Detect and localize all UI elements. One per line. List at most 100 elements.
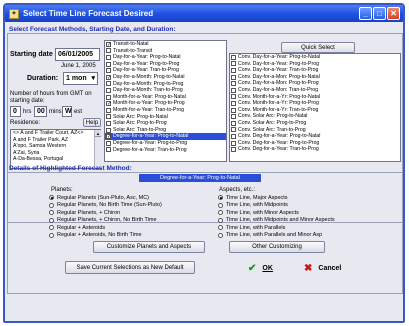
method-list-item[interactable]: Conv. Day-for-a-Year: Tran-to-Prog: [230, 67, 400, 74]
checkbox-icon[interactable]: [106, 94, 111, 100]
radio-icon[interactable]: [218, 232, 223, 238]
method-list-item[interactable]: Day-for-a-Year: Tran-to-Prog: [105, 67, 226, 74]
duration-select[interactable]: 1 mon ▾: [63, 72, 98, 85]
method-list-item[interactable]: Solar Arc: Tran-to-Prog: [105, 127, 226, 134]
checkbox-icon[interactable]: [231, 107, 236, 113]
method-list-item[interactable]: Conv. Deg-for-a-Year: Tran-to-Prog: [230, 146, 400, 153]
radio-option[interactable]: Regular Planets, + Chiron: [49, 209, 185, 217]
radio-icon[interactable]: [49, 225, 54, 231]
method-list-item[interactable]: ✓ Day-for-a-Month: Prog-to-Natal: [105, 74, 226, 81]
checkbox-icon[interactable]: [106, 87, 111, 93]
checkbox-icon[interactable]: [106, 140, 111, 146]
method-list-item[interactable]: Day-for-a-Month: Tran-to-Prog: [105, 87, 226, 94]
aspects-radio-group[interactable]: Time Line, Major Aspects Time Line, with …: [218, 194, 378, 239]
radio-icon[interactable]: [49, 217, 54, 223]
method-list-item[interactable]: Conv. Month-for-a-Yr: Prog-to-Natal: [230, 94, 400, 101]
method-list-item[interactable]: Degree-for-a-Year: Tran-to-Prog: [105, 147, 226, 154]
radio-option[interactable]: Time Line, with Midpoints and Minor Aspe…: [218, 217, 378, 225]
radio-option[interactable]: Regular + Asteroids: [49, 224, 185, 232]
radio-icon[interactable]: [218, 217, 223, 223]
residence-list-item[interactable]: A and F Trailer Park, AZ: [11, 137, 100, 144]
method-list-item[interactable]: Month-for-a-Year: Prog-to-Natal: [105, 94, 226, 101]
method-list-item[interactable]: Conv. Deg-for-a-Year: Prog-to-Prog: [230, 140, 400, 147]
checkbox-icon[interactable]: [231, 100, 236, 106]
method-list-item[interactable]: Month-for-a-Year: Tran-to-Prog: [105, 107, 226, 114]
checkbox-icon[interactable]: [106, 147, 111, 153]
method-list-item[interactable]: Conv. Month-for-a-Yr: Tran-to-Prog: [230, 107, 400, 114]
method-list-item[interactable]: Day-for-a-Year: Prog-to-Natal: [105, 54, 226, 61]
checkbox-icon[interactable]: [106, 107, 111, 113]
other-customizing-button[interactable]: Other Customizing: [229, 241, 325, 253]
checkbox-icon[interactable]: [231, 94, 236, 100]
method-list-item[interactable]: Day-for-a-Month: Prog-to-Prog: [105, 81, 226, 88]
method-list-item[interactable]: Conv. Month-for-a-Yr: Prog-to-Prog: [230, 100, 400, 107]
gmt-hours-input[interactable]: 0: [10, 106, 21, 117]
radio-option[interactable]: Regular Planets, + Chiron, No Birth Time: [49, 217, 185, 225]
method-list-item[interactable]: Conv. Day-for-a-Mon: Tran-to-Prog: [230, 87, 400, 94]
checkbox-icon[interactable]: [106, 127, 111, 133]
checkbox-icon[interactable]: [231, 140, 236, 146]
gmt-mins-input[interactable]: 00: [34, 106, 47, 117]
residence-list[interactable]: <> A and F Trailer Court, AZ<> A and F Tr…: [10, 129, 101, 169]
residence-list-item[interactable]: <> A and F Trailer Court, AZ<>: [11, 130, 100, 137]
maximize-icon[interactable]: □: [373, 7, 386, 20]
methods-list-2[interactable]: Conv. Day-for-a-Year: Prog-to-Natal Conv.…: [229, 53, 401, 162]
close-icon[interactable]: ✕: [387, 7, 400, 20]
checkbox-icon[interactable]: [106, 54, 111, 60]
save-default-button[interactable]: Save Current Selections as New Default: [65, 261, 195, 274]
residence-list-item[interactable]: A-Da-Bessa, Portugal: [11, 156, 100, 163]
checkbox-icon[interactable]: [231, 67, 236, 73]
radio-option[interactable]: Time Line, Major Aspects: [218, 194, 378, 202]
cancel-button[interactable]: ✖ Cancel: [304, 263, 341, 274]
quick-select-button[interactable]: Quick Select: [281, 42, 355, 53]
method-list-item[interactable]: Conv. Deg-for-a-Year: Prog-to-Natal: [230, 133, 400, 140]
method-list-item[interactable]: ✓ Degree-for-a-Year: Prog-to-Natal: [105, 133, 226, 140]
method-list-item[interactable]: ✓ Month-for-a-Year: Prog-to-Prog: [105, 100, 226, 107]
customize-planets-button[interactable]: Customize Planets and Aspects: [93, 241, 205, 253]
starting-date-input[interactable]: 06/01/2005: [55, 48, 100, 61]
checkbox-icon[interactable]: [106, 61, 111, 67]
radio-icon[interactable]: [218, 225, 223, 231]
radio-icon[interactable]: [218, 202, 223, 208]
checkbox-icon[interactable]: [231, 133, 236, 139]
method-list-item[interactable]: Conv. Day-for-a-Mon: Prog-to-Prog: [230, 80, 400, 87]
method-list-item[interactable]: Conv. Day-for-a-Year: Prog-to-Natal: [230, 54, 400, 61]
checkbox-icon[interactable]: [231, 74, 236, 80]
radio-option[interactable]: Time Line, with Parallels and Minor Asp: [218, 232, 378, 240]
method-list-item[interactable]: Conv. Solar Arc: Tran-to-Prog: [230, 127, 400, 134]
checkbox-checked-icon[interactable]: ✓: [106, 74, 111, 80]
method-list-item[interactable]: Conv. Solar Arc: Prog-to-Prog: [230, 120, 400, 127]
checkbox-icon[interactable]: [231, 127, 236, 133]
checkbox-checked-icon[interactable]: ✓: [106, 101, 111, 107]
method-list-item[interactable]: Transit-to-Transit: [105, 48, 226, 55]
method-list-item[interactable]: Degree-for-a-Year: Prog-to-Prog: [105, 140, 226, 147]
radio-icon[interactable]: [49, 232, 54, 238]
methods-list-1[interactable]: ✓ Transit-to-Natal Transit-to-Transit Day-f…: [104, 40, 227, 162]
residence-scrollbar[interactable]: ▲: [94, 130, 101, 168]
residence-list-item[interactable]: A'opo, Samoa Western: [11, 143, 100, 150]
help-button[interactable]: Help: [83, 118, 101, 127]
method-list-item[interactable]: Conv. Day-for-a-Mon: Prog-to-Natal: [230, 74, 400, 81]
checkbox-checked-icon[interactable]: ✓: [106, 134, 111, 140]
radio-option[interactable]: Time Line, with Parallels: [218, 224, 378, 232]
radio-option[interactable]: Regular + Asteroids, No Birth Time: [49, 232, 185, 240]
method-list-item[interactable]: Conv. Solar Arc: Prog-to-Natal: [230, 113, 400, 120]
checkbox-icon[interactable]: [231, 114, 236, 120]
radio-selected-icon[interactable]: [49, 195, 54, 201]
radio-option[interactable]: Regular Planets (Sun-Pluto, Asc, MC): [49, 194, 185, 202]
method-list-item[interactable]: Conv. Day-for-a-Year: Prog-to-Prog: [230, 61, 400, 68]
radio-icon[interactable]: [218, 210, 223, 216]
checkbox-icon[interactable]: [106, 114, 111, 120]
checkbox-icon[interactable]: [106, 68, 111, 74]
method-list-item[interactable]: Solar Arc: Prog-to-Prog: [105, 120, 226, 127]
checkbox-icon[interactable]: [106, 81, 111, 87]
scroll-up-icon[interactable]: ▲: [95, 130, 101, 137]
checkbox-icon[interactable]: [231, 61, 236, 67]
checkbox-icon[interactable]: [231, 147, 236, 153]
radio-option[interactable]: Regular Planets, No Birth Time (Sun-Plut…: [49, 202, 185, 210]
radio-option[interactable]: Time Line, with Midpoints: [218, 202, 378, 210]
radio-icon[interactable]: [49, 210, 54, 216]
checkbox-icon[interactable]: [231, 120, 236, 126]
residence-list-item[interactable]: A'Zai, Syria: [11, 150, 100, 157]
checkbox-icon[interactable]: [106, 120, 111, 126]
